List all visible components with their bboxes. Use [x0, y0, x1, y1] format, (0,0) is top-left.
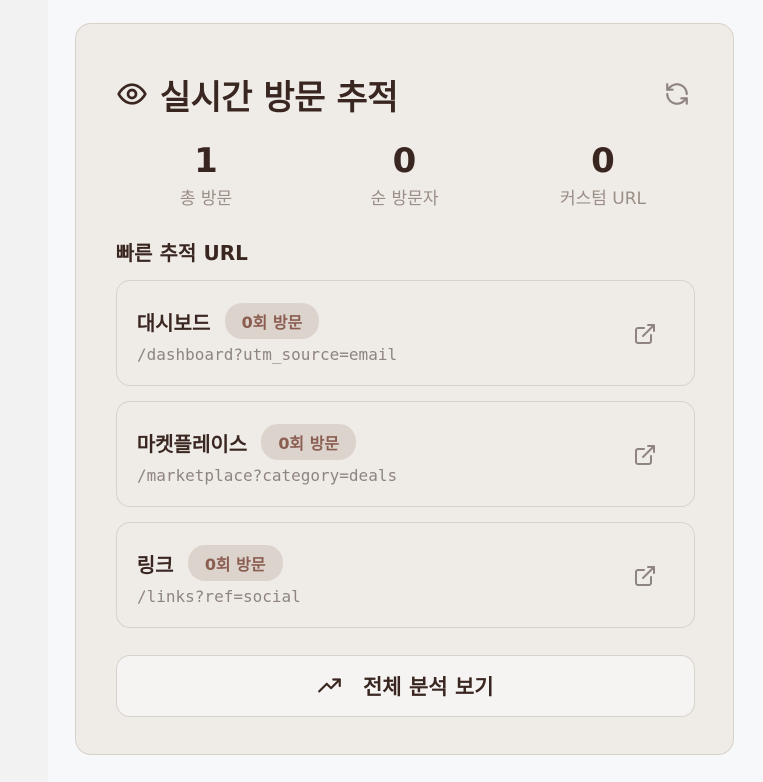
stat-total-visits: 1 총 방문 [116, 142, 296, 212]
link-name: 대시보드 [137, 310, 211, 335]
card-header: 실시간 방문 추적 [116, 70, 693, 118]
visit-count-badge: 0회 방문 [187, 545, 283, 581]
external-link-icon[interactable] [632, 442, 658, 468]
view-full-analytics-button[interactable]: 전체 분석 보기 [116, 655, 695, 717]
refresh-icon [664, 81, 690, 107]
link-name-row: 마켓플레이스 0회 방문 [137, 424, 357, 460]
link-name-row: 링크 0회 방문 [137, 545, 283, 581]
quick-links-title: 빠른 추적 URL [116, 241, 248, 265]
realtime-visit-tracking-card: 실시간 방문 추적 1 총 방문 0 순 방문자 0 커스텀 URL 빠른 추적… [75, 23, 734, 755]
quick-link-dashboard[interactable]: 대시보드 0회 방문 /dashboard?utm_source=email [116, 280, 695, 386]
link-name: 마켓플레이스 [137, 431, 248, 456]
analyze-button-label: 전체 분석 보기 [363, 675, 494, 699]
stat-label: 총 방문 [179, 189, 233, 209]
link-path: /dashboard?utm_source=email [137, 345, 398, 364]
stat-label: 커스텀 URL [559, 189, 647, 209]
refresh-button[interactable] [661, 78, 693, 110]
external-link-icon[interactable] [632, 563, 658, 589]
visit-count-badge: 0회 방문 [261, 424, 357, 460]
left-panel [0, 0, 48, 782]
eye-icon [116, 78, 148, 110]
link-path: /links?ref=social [137, 587, 301, 606]
link-name: 링크 [137, 552, 174, 577]
page-title: 실시간 방문 추적 [160, 77, 399, 118]
trending-up-icon [317, 673, 343, 699]
quick-link-links[interactable]: 링크 0회 방문 /links?ref=social [116, 522, 695, 628]
stat-value: 1 [194, 141, 218, 181]
link-path: /marketplace?category=deals [137, 466, 398, 485]
stat-unique-visitors: 0 순 방문자 [315, 142, 495, 212]
stat-label: 순 방문자 [370, 189, 439, 209]
stat-value: 0 [591, 141, 615, 181]
stat-custom-url: 0 커스텀 URL [513, 142, 693, 212]
link-name-row: 대시보드 0회 방문 [137, 303, 320, 339]
stats-row: 1 총 방문 0 순 방문자 0 커스텀 URL [116, 142, 693, 212]
quick-link-marketplace[interactable]: 마켓플레이스 0회 방문 /marketplace?category=deals [116, 401, 695, 507]
stat-value: 0 [392, 141, 417, 181]
external-link-icon[interactable] [632, 321, 658, 347]
visit-count-badge: 0회 방문 [224, 303, 320, 339]
title-wrap: 실시간 방문 추적 [116, 70, 399, 119]
